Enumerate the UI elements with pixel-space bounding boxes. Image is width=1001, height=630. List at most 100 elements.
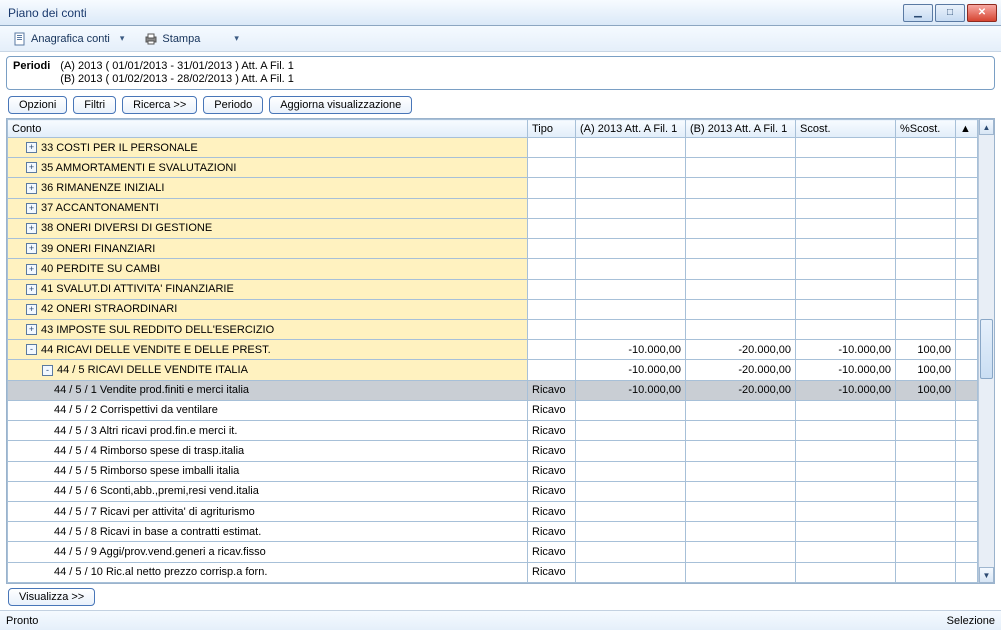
cell-conto[interactable]: +36 RIMANENZE INIZIALI	[8, 178, 528, 198]
cell-a	[576, 319, 686, 339]
expand-icon[interactable]: +	[26, 223, 37, 234]
row-label: 44 / 5 / 1 Vendite prod.finiti e merci i…	[54, 384, 249, 396]
cell-conto[interactable]: 44 / 5 / 3 Altri ricavi prod.fin.e merci…	[8, 421, 528, 441]
collapse-icon[interactable]: -	[26, 344, 37, 355]
visualizza-button[interactable]: Visualizza >>	[8, 588, 95, 606]
cell-conto[interactable]: +39 ONERI FINANZIARI	[8, 239, 528, 259]
table-row[interactable]: 44 / 5 / 6 Sconti,abb.,premi,resi vend.i…	[8, 481, 978, 501]
col-pscost[interactable]: %Scost.	[896, 120, 956, 138]
expand-icon[interactable]: +	[26, 304, 37, 315]
filtri-button[interactable]: Filtri	[73, 96, 116, 114]
cell-conto[interactable]: 44 / 5 / 4 Rimborso spese di trasp.itali…	[8, 441, 528, 461]
cell-pscost	[896, 542, 956, 562]
cell-conto[interactable]: +38 ONERI DIVERSI DI GESTIONE	[8, 218, 528, 238]
table-row[interactable]: +37 ACCANTONAMENTI	[8, 198, 978, 218]
cell-b: -20.000,00	[686, 340, 796, 360]
table-row[interactable]: 44 / 5 / 1 Vendite prod.finiti e merci i…	[8, 380, 978, 400]
cell-a	[576, 461, 686, 481]
table-row[interactable]: +43 IMPOSTE SUL REDDITO DELL'ESERCIZIO	[8, 319, 978, 339]
close-button[interactable]: ✕	[967, 4, 997, 22]
cell-conto[interactable]: +35 AMMORTAMENTI E SVALUTAZIONI	[8, 158, 528, 178]
cell-conto[interactable]: 44 / 5 / 9 Aggi/prov.vend.generi a ricav…	[8, 542, 528, 562]
cell-conto[interactable]: +40 PERDITE SU CAMBI	[8, 259, 528, 279]
period-line-a: (A) 2013 ( 01/01/2013 - 31/01/2013 ) Att…	[60, 60, 294, 73]
scroll-up-icon[interactable]: ▲	[979, 119, 994, 135]
collapse-icon[interactable]: -	[42, 365, 53, 376]
scroll-down-icon[interactable]: ▼	[979, 567, 994, 583]
expand-icon[interactable]: +	[26, 243, 37, 254]
cell-a	[576, 198, 686, 218]
cell-conto[interactable]: 44 / 5 / 1 Vendite prod.finiti e merci i…	[8, 380, 528, 400]
periodo-button[interactable]: Periodo	[203, 96, 263, 114]
table-row[interactable]: 44 / 5 / 9 Aggi/prov.vend.generi a ricav…	[8, 542, 978, 562]
table-row[interactable]: 44 / 5 / 4 Rimborso spese di trasp.itali…	[8, 441, 978, 461]
table-row[interactable]: +41 SVALUT.DI ATTIVITA' FINANZIARIE	[8, 279, 978, 299]
cell-conto[interactable]: +43 IMPOSTE SUL REDDITO DELL'ESERCIZIO	[8, 319, 528, 339]
cell-a	[576, 501, 686, 521]
col-a[interactable]: (A) 2013 Att. A Fil. 1	[576, 120, 686, 138]
cell-conto[interactable]: 44 / 5 / 7 Ricavi per attivita' di agrit…	[8, 501, 528, 521]
row-label: 43 IMPOSTE SUL REDDITO DELL'ESERCIZIO	[41, 324, 274, 336]
table-row[interactable]: -44 / 5 RICAVI DELLE VENDITE ITALIA-10.0…	[8, 360, 978, 380]
cell-scost	[796, 279, 896, 299]
cell-conto[interactable]: -44 RICAVI DELLE VENDITE E DELLE PREST.	[8, 340, 528, 360]
table-row[interactable]: 44 / 5 / 3 Altri ricavi prod.fin.e merci…	[8, 421, 978, 441]
ricerca-button[interactable]: Ricerca >>	[122, 96, 197, 114]
stampa-menu[interactable]: Stampa ▾	[137, 29, 245, 49]
cell-blank	[956, 319, 978, 339]
expand-icon[interactable]: +	[26, 264, 37, 275]
table-row[interactable]: +39 ONERI FINANZIARI	[8, 239, 978, 259]
vertical-scrollbar[interactable]: ▲ ▼	[978, 119, 994, 583]
cell-conto[interactable]: -44 / 5 RICAVI DELLE VENDITE ITALIA	[8, 360, 528, 380]
accounts-grid[interactable]: Conto Tipo (A) 2013 Att. A Fil. 1 (B) 20…	[7, 119, 978, 583]
cell-a	[576, 259, 686, 279]
expand-icon[interactable]: +	[26, 324, 37, 335]
table-row[interactable]: 44 / 5 / 10 Ric.al netto prezzo corrisp.…	[8, 562, 978, 582]
table-row[interactable]: 44 / 5 / 8 Ricavi in base a contratti es…	[8, 522, 978, 542]
expand-icon[interactable]: +	[26, 183, 37, 194]
cell-conto[interactable]: 44 / 5 / 6 Sconti,abb.,premi,resi vend.i…	[8, 481, 528, 501]
table-row[interactable]: 44 / 5 / 5 Rimborso spese imballi italia…	[8, 461, 978, 481]
expand-icon[interactable]: +	[26, 284, 37, 295]
cell-a	[576, 522, 686, 542]
expand-icon[interactable]: +	[26, 142, 37, 153]
anagrafica-conti-menu[interactable]: Anagrafica conti ▾	[6, 29, 131, 49]
col-scost[interactable]: Scost.	[796, 120, 896, 138]
cell-conto[interactable]: 44 / 5 / 10 Ric.al netto prezzo corrisp.…	[8, 562, 528, 582]
cell-b	[686, 319, 796, 339]
table-row[interactable]: -44 RICAVI DELLE VENDITE E DELLE PREST.-…	[8, 340, 978, 360]
table-row[interactable]: +42 ONERI STRAORDINARI	[8, 299, 978, 319]
expand-icon[interactable]: +	[26, 162, 37, 173]
cell-conto[interactable]: +41 SVALUT.DI ATTIVITA' FINANZIARIE	[8, 279, 528, 299]
cell-blank	[956, 138, 978, 158]
table-row[interactable]: +35 AMMORTAMENTI E SVALUTAZIONI	[8, 158, 978, 178]
cell-conto[interactable]: +37 ACCANTONAMENTI	[8, 198, 528, 218]
scroll-thumb[interactable]	[980, 319, 993, 379]
cell-conto[interactable]: 44 / 5 / 8 Ricavi in base a contratti es…	[8, 522, 528, 542]
col-conto[interactable]: Conto	[8, 120, 528, 138]
opzioni-button[interactable]: Opzioni	[8, 96, 67, 114]
expand-icon[interactable]: +	[26, 203, 37, 214]
cell-conto[interactable]: 44 / 5 / 5 Rimborso spese imballi italia	[8, 461, 528, 481]
table-row[interactable]: 44 / 5 / 7 Ricavi per attivita' di agrit…	[8, 501, 978, 521]
col-b[interactable]: (B) 2013 Att. A Fil. 1	[686, 120, 796, 138]
maximize-button[interactable]: □	[935, 4, 965, 22]
cell-conto[interactable]: +42 ONERI STRAORDINARI	[8, 299, 528, 319]
row-label: 35 AMMORTAMENTI E SVALUTAZIONI	[41, 162, 236, 174]
table-row[interactable]: 44 / 5 / 2 Corrispettivi da ventilareRic…	[8, 400, 978, 420]
cell-blank	[956, 239, 978, 259]
cell-a	[576, 158, 686, 178]
aggiorna-button[interactable]: Aggiorna visualizzazione	[269, 96, 412, 114]
table-row[interactable]: +36 RIMANENZE INIZIALI	[8, 178, 978, 198]
cell-conto[interactable]: 44 / 5 / 2 Corrispettivi da ventilare	[8, 400, 528, 420]
cell-a	[576, 481, 686, 501]
cell-pscost	[896, 522, 956, 542]
table-row[interactable]: +38 ONERI DIVERSI DI GESTIONE	[8, 218, 978, 238]
col-tipo[interactable]: Tipo	[528, 120, 576, 138]
minimize-button[interactable]: ▁	[903, 4, 933, 22]
cell-conto[interactable]: +33 COSTI PER IL PERSONALE	[8, 138, 528, 158]
table-row[interactable]: +40 PERDITE SU CAMBI	[8, 259, 978, 279]
cell-a	[576, 178, 686, 198]
table-row[interactable]: +33 COSTI PER IL PERSONALE	[8, 138, 978, 158]
anagrafica-label: Anagrafica conti	[31, 33, 110, 45]
